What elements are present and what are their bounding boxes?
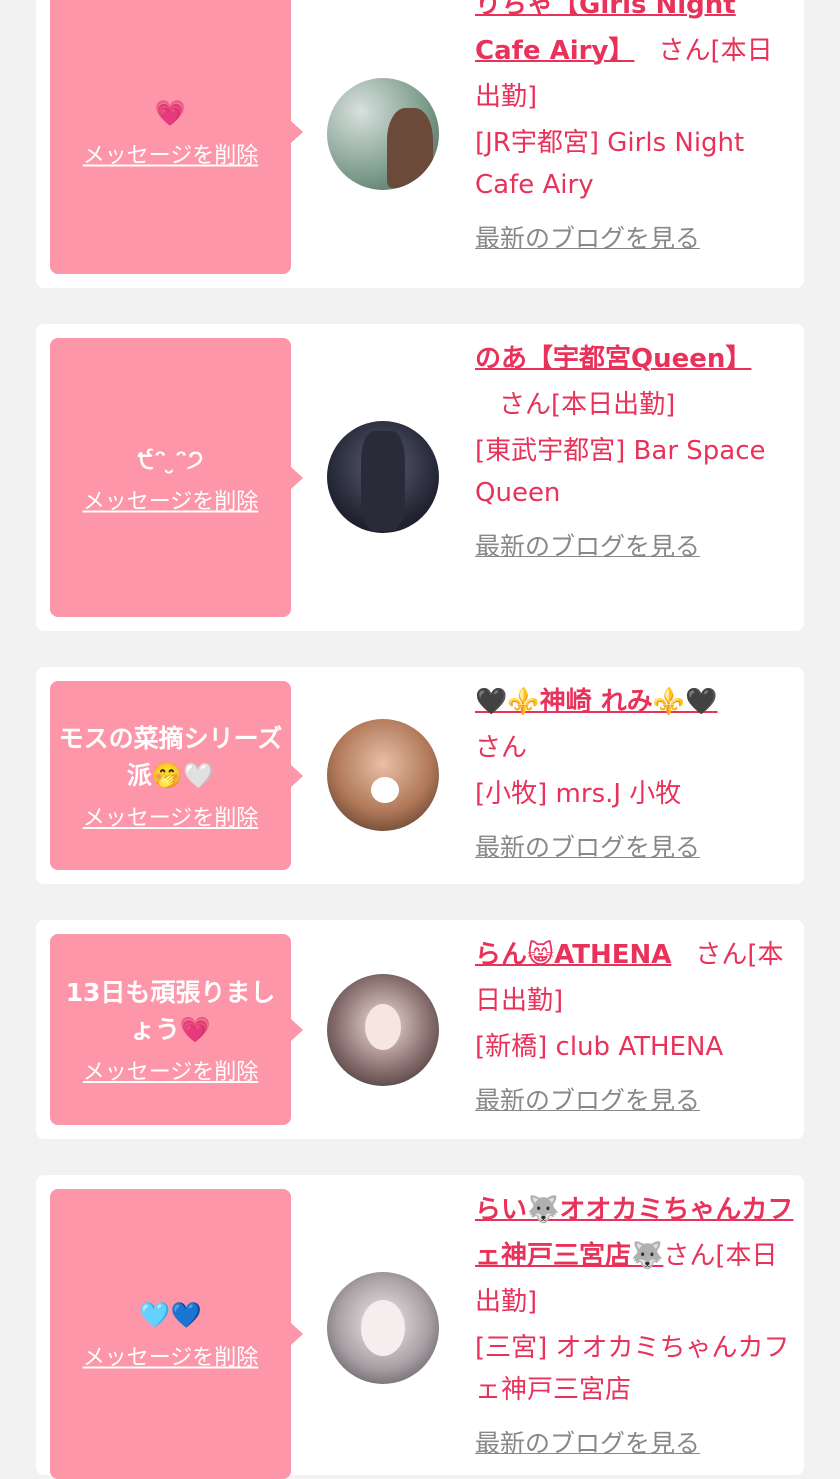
latest-blog-link[interactable]: 最新のブログを見る [475,216,700,262]
shop-label: [JR宇都宮] Girls Night Cafe Airy [475,128,745,200]
avatar[interactable] [327,719,439,831]
avatar-photo [361,1300,405,1356]
avatar[interactable] [327,974,439,1086]
shop-label: [東武宇都宮] Bar Space Queen [475,436,766,508]
message-text: 13日も頑張りましょう💗 [65,977,276,1044]
message-text: モスの菜摘シリーズ派🤭🤍 [58,723,283,790]
latest-blog-link[interactable]: 最新のブログを見る [475,1078,700,1124]
avatar-photo [371,777,399,803]
message-text: ੯ᵔ ̮ᵔ੭ [137,444,204,473]
avatar[interactable] [327,1272,439,1384]
shop-label: [新橋] club ATHENA [475,1032,724,1062]
favorite-card: モスの菜摘シリーズ派🤭🤍 メッセージを削除 🖤⚜️神崎 れみ⚜️🖤 さん [小牧… [36,667,804,884]
message-bubble: 🩵💙 メッセージを削除 [50,1189,303,1479]
latest-blog-link[interactable]: 最新のブログを見る [475,1421,700,1467]
avatar-photo [361,431,405,531]
shop-label: [三宮] オオカミちゃんカフェ神戸三宮店 [475,1333,790,1405]
latest-blog-link[interactable]: 最新のブログを見る [475,825,700,871]
avatar-photo [387,108,433,188]
message-bubble: モスの菜摘シリーズ派🤭🤍 メッセージを削除 [50,681,303,870]
cast-info: らん😸ATHENA さん[本日出勤] [新橋] club ATHENA 最新のブロ… [475,932,795,1124]
message-text: 🩵💙 [139,1300,202,1330]
favorite-card: 💗 メッセージを削除 りちゃ【Girls Night Cafe Airy】 さん[… [36,0,804,288]
delete-message-link[interactable]: メッセージを削除 [83,800,259,832]
cast-info: らい🐺オオカミちゃんカフェ神戸三宮店🐺さん[本日出勤] [三宮] オオカミちゃん… [475,1187,795,1467]
delete-message-link[interactable]: メッセージを削除 [83,483,259,515]
favorite-card: 🩵💙 メッセージを削除 らい🐺オオカミちゃんカフェ神戸三宮店🐺さん[本日出勤] … [36,1175,804,1479]
cast-suffix: さん [475,733,528,763]
cast-info: のあ【宇都宮Queen】さん[本日出勤] [東武宇都宮] Bar Space Q… [475,336,795,570]
delete-message-link[interactable]: メッセージを削除 [83,1340,259,1372]
avatar[interactable] [327,78,439,190]
cast-name-link[interactable]: 🖤⚜️神崎 れみ⚜️🖤 [475,687,718,717]
cast-info: りちゃ【Girls Night Cafe Airy】 さん[本日出勤] [JR宇都… [475,0,795,262]
message-bubble: ੯ᵔ ̮ᵔ੭ メッセージを削除 [50,338,303,617]
cast-name-link[interactable]: のあ【宇都宮Queen】 [475,344,751,374]
delete-message-link[interactable]: メッセージを削除 [83,1054,259,1086]
favorite-card: 13日も頑張りましょう💗 メッセージを削除 らん😸ATHENA さん[本日出勤] … [36,920,804,1139]
cast-suffix: さん[本日出勤] [499,390,676,420]
cast-name-link[interactable]: らん😸ATHENA [475,940,671,970]
avatar[interactable] [327,421,439,533]
shop-label: [小牧] mrs.J 小牧 [475,779,682,809]
cast-info: 🖤⚜️神崎 れみ⚜️🖤 さん [小牧] mrs.J 小牧 最新のブログを見る [475,679,795,871]
avatar-photo [365,1004,401,1050]
message-text: 💗 [154,98,187,128]
message-bubble: 13日も頑張りましょう💗 メッセージを削除 [50,934,303,1125]
delete-message-link[interactable]: メッセージを削除 [83,138,259,170]
latest-blog-link[interactable]: 最新のブログを見る [475,524,700,570]
favorite-card: ੯ᵔ ̮ᵔ੭ メッセージを削除 のあ【宇都宮Queen】さん[本日出勤] [東武… [36,324,804,631]
message-bubble: 💗 メッセージを削除 [50,0,303,274]
